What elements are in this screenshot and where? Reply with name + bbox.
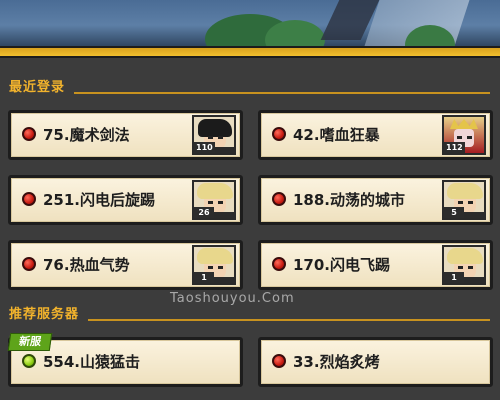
server-item[interactable]: 42.嗜血狂暴 112: [258, 110, 493, 160]
status-dot-icon: [272, 192, 286, 206]
server-item[interactable]: 76.热血气势 1: [8, 240, 243, 290]
server-item[interactable]: 188.动荡的城市 5: [258, 175, 493, 225]
server-name: 42.嗜血狂暴: [293, 126, 380, 144]
server-name: 251.闪电后旋踢: [43, 191, 156, 209]
header-divider: [0, 46, 500, 58]
status-dot-icon: [22, 257, 36, 271]
avatar: 26: [192, 180, 236, 220]
avatar: 1: [442, 245, 486, 285]
server-item[interactable]: 251.闪电后旋踢 26: [8, 175, 243, 225]
server-name: 75.魔术剑法: [43, 126, 130, 144]
server-name: 33.烈焰炙烤: [293, 353, 380, 371]
server-name: 188.动荡的城市: [293, 191, 406, 209]
new-server-badge: 新服: [7, 333, 53, 351]
status-dot-icon: [22, 192, 36, 206]
avatar: 5: [442, 180, 486, 220]
level-badge: 1: [444, 272, 464, 283]
avatar: 112: [442, 115, 486, 155]
level-badge: 1: [194, 272, 214, 283]
level-badge: 110: [194, 142, 215, 153]
server-name: 170.闪电飞踢: [293, 256, 391, 274]
level-badge: 5: [444, 207, 464, 218]
section-title-recommended: 推荐服务器: [9, 307, 80, 322]
status-dot-icon: [272, 127, 286, 141]
server-name: 554.山猿猛击: [43, 353, 141, 371]
level-badge: 26: [194, 207, 214, 218]
status-dot-icon: [272, 354, 286, 368]
section-rule: [88, 319, 490, 321]
watermark: Taoshouyou.Com: [170, 291, 295, 306]
server-name: 76.热血气势: [43, 256, 130, 274]
avatar: 1: [192, 245, 236, 285]
header-banner: [0, 0, 500, 46]
server-item[interactable]: 75.魔术剑法 110: [8, 110, 243, 160]
level-badge: 112: [444, 142, 465, 153]
server-item[interactable]: 33.烈焰炙烤: [258, 337, 493, 387]
section-rule: [74, 92, 490, 94]
status-dot-icon: [272, 257, 286, 271]
server-item[interactable]: 170.闪电飞踢 1: [258, 240, 493, 290]
avatar: 110: [192, 115, 236, 155]
status-dot-icon: [22, 127, 36, 141]
section-title-recent: 最近登录: [9, 80, 66, 95]
status-dot-icon: [22, 354, 36, 368]
